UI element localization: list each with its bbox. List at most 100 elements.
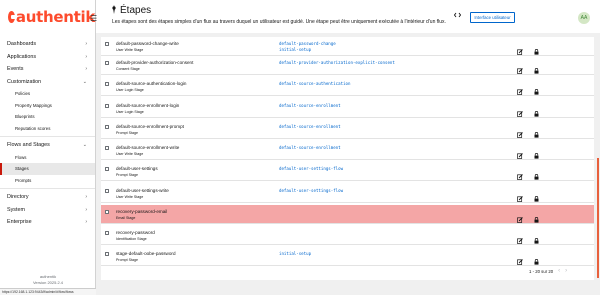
edit-icon[interactable]: [517, 252, 523, 265]
table-row[interactable]: default-source-enrollment-write User Writ…: [101, 141, 594, 160]
flow-link[interactable]: default-source-authentication: [279, 81, 350, 86]
sidebar-item-stages[interactable]: Stages: [0, 163, 95, 175]
next-page-button[interactable]: ›: [565, 268, 567, 274]
scrollbar[interactable]: [597, 158, 599, 278]
row-checkbox[interactable]: [105, 104, 109, 108]
sidebar-item-flows[interactable]: Flows: [0, 152, 95, 164]
sidebar-item-label: Property Mappings: [15, 102, 52, 108]
lock-icon[interactable]: [534, 167, 539, 180]
flow-link[interactable]: default-source-enrollment: [279, 145, 341, 150]
lock-icon[interactable]: [534, 210, 539, 223]
page-header: ☰ Étapes Les étapes sont des étapes simp…: [90, 0, 600, 33]
sidebar-item-enterprise[interactable]: Enterprise ›: [0, 216, 95, 229]
table-row[interactable]: recovery-password Identification Stage: [101, 226, 594, 245]
flow-link[interactable]: default-source-enrollment: [279, 124, 341, 129]
stage-type: User Login Stage: [116, 109, 144, 114]
avatar[interactable]: AA: [578, 12, 590, 24]
row-checkbox[interactable]: [105, 125, 109, 129]
flow-link[interactable]: default-user-settings-flow: [279, 188, 343, 193]
sidebar-item-prompts[interactable]: Prompts: [0, 175, 95, 187]
sidebar-item-label: Dashboards: [7, 41, 37, 48]
sidebar-item-reputation-scores[interactable]: Reputation scores: [0, 123, 95, 135]
user-interface-button[interactable]: Interface utilisateur: [470, 12, 515, 23]
stage-name: default-user-settings-write: [116, 187, 169, 193]
stage-name: default-source-enrollment-login: [116, 102, 180, 108]
edit-icon[interactable]: [517, 167, 523, 180]
flow-link[interactable]: default-password-change: [279, 41, 336, 46]
sidebar-item-dashboards[interactable]: Dashboards ›: [0, 38, 95, 51]
flow-link[interactable]: initial-setup: [279, 251, 311, 256]
flow-link[interactable]: default-provider-authorization-explicit-…: [279, 60, 395, 65]
edit-icon[interactable]: [517, 104, 523, 117]
sidebar-item-label: Policies: [15, 91, 31, 97]
sidebar-item-applications[interactable]: Applications ›: [0, 51, 95, 64]
stage-type: User Write Stage: [116, 151, 144, 156]
sidebar-item-label: Flows and Stages: [7, 142, 50, 149]
lock-icon[interactable]: [534, 61, 539, 74]
sidebar-item-label: Stages: [15, 166, 29, 172]
row-checkbox[interactable]: [105, 146, 109, 150]
stage-name: default-password-change-write: [116, 40, 179, 46]
sidebar-item-blueprints[interactable]: Blueprints: [0, 111, 95, 123]
edit-icon[interactable]: [517, 82, 523, 95]
lock-icon[interactable]: [534, 189, 539, 202]
sidebar-item-property-mappings[interactable]: Property Mappings: [0, 100, 95, 112]
table-row[interactable]: default-source-enrollment-login User Logi…: [101, 99, 594, 118]
row-checkbox[interactable]: [105, 167, 109, 171]
edit-icon[interactable]: [517, 61, 523, 74]
table-row[interactable]: default-user-settings-write User Write St…: [101, 184, 594, 203]
sidebar-item-customization[interactable]: Customization ⌄: [0, 76, 95, 89]
sidebar-item-label: Flows: [15, 154, 27, 160]
lock-icon[interactable]: [534, 231, 539, 244]
row-checkbox[interactable]: [105, 231, 109, 235]
row-checkbox[interactable]: [105, 61, 109, 65]
edit-icon[interactable]: [517, 231, 523, 244]
stages-table: stage-default-oobe-password Prompt Stage i…: [101, 37, 594, 280]
lock-icon[interactable]: [534, 104, 539, 117]
stage-type: Email Stage: [116, 215, 136, 220]
sidebar-item-label: Prompts: [15, 177, 32, 183]
lock-icon[interactable]: [534, 146, 539, 159]
sidebar-item-policies[interactable]: Policies: [0, 88, 95, 100]
lock-icon[interactable]: [534, 82, 539, 95]
table-row[interactable]: default-user-settings Prompt Stage default…: [101, 162, 594, 181]
table-row[interactable]: default-password-change-write User Write …: [101, 37, 594, 56]
edit-icon[interactable]: [517, 42, 523, 55]
menu-toggle-icon[interactable]: ☰: [90, 14, 97, 23]
lock-icon[interactable]: [534, 125, 539, 138]
divider: [0, 188, 95, 189]
row-checkbox[interactable]: [105, 42, 109, 46]
sidebar-item-label: Enterprise: [7, 219, 32, 226]
sidebar-item-flows-and-stages[interactable]: Flows and Stages ⌄: [0, 139, 95, 152]
row-checkbox[interactable]: [105, 189, 109, 193]
edit-icon[interactable]: [517, 210, 523, 223]
table-row[interactable]: default-provider-authorization-consent Co…: [101, 56, 594, 75]
stage-name: default-provider-authorization-consent: [116, 59, 194, 65]
stage-name: default-user-settings: [116, 165, 158, 171]
edit-icon[interactable]: [517, 146, 523, 159]
flow-link[interactable]: default-user-settings-flow: [279, 166, 343, 171]
status-bar-url: https://192.168.1.123:9443/if/admin/#/fl…: [0, 288, 96, 295]
lock-icon[interactable]: [534, 42, 539, 55]
table-row[interactable]: recovery-password-email Email Stage: [101, 205, 594, 224]
edit-icon[interactable]: [517, 125, 523, 138]
logo[interactable]: authentik: [0, 0, 95, 33]
sidebar-item-system[interactable]: System ›: [0, 204, 95, 217]
stage-type: Identification Stage: [116, 236, 147, 241]
table-row[interactable]: stage-default-oobe-password Prompt Stage i…: [101, 247, 594, 266]
code-icon[interactable]: [454, 12, 462, 18]
row-checkbox[interactable]: [105, 252, 109, 256]
row-checkbox[interactable]: [105, 210, 109, 214]
edit-icon[interactable]: [517, 189, 523, 202]
sidebar-item-events[interactable]: Events ›: [0, 63, 95, 76]
sidebar-item-label: Events: [7, 66, 24, 73]
flow-link[interactable]: default-source-enrollment: [279, 103, 341, 108]
row-checkbox[interactable]: [105, 82, 109, 86]
previous-page-button[interactable]: ‹: [558, 268, 560, 274]
flow-link[interactable]: initial-setup: [279, 47, 311, 52]
sidebar-item-directory[interactable]: Directory ›: [0, 191, 95, 204]
table-row[interactable]: default-source-enrollment-prompt Prompt S…: [101, 120, 594, 139]
table-row[interactable]: default-source-authentication-login User …: [101, 77, 594, 96]
stage-name: default-source-authentication-login: [116, 80, 187, 86]
lock-icon[interactable]: [534, 252, 539, 265]
